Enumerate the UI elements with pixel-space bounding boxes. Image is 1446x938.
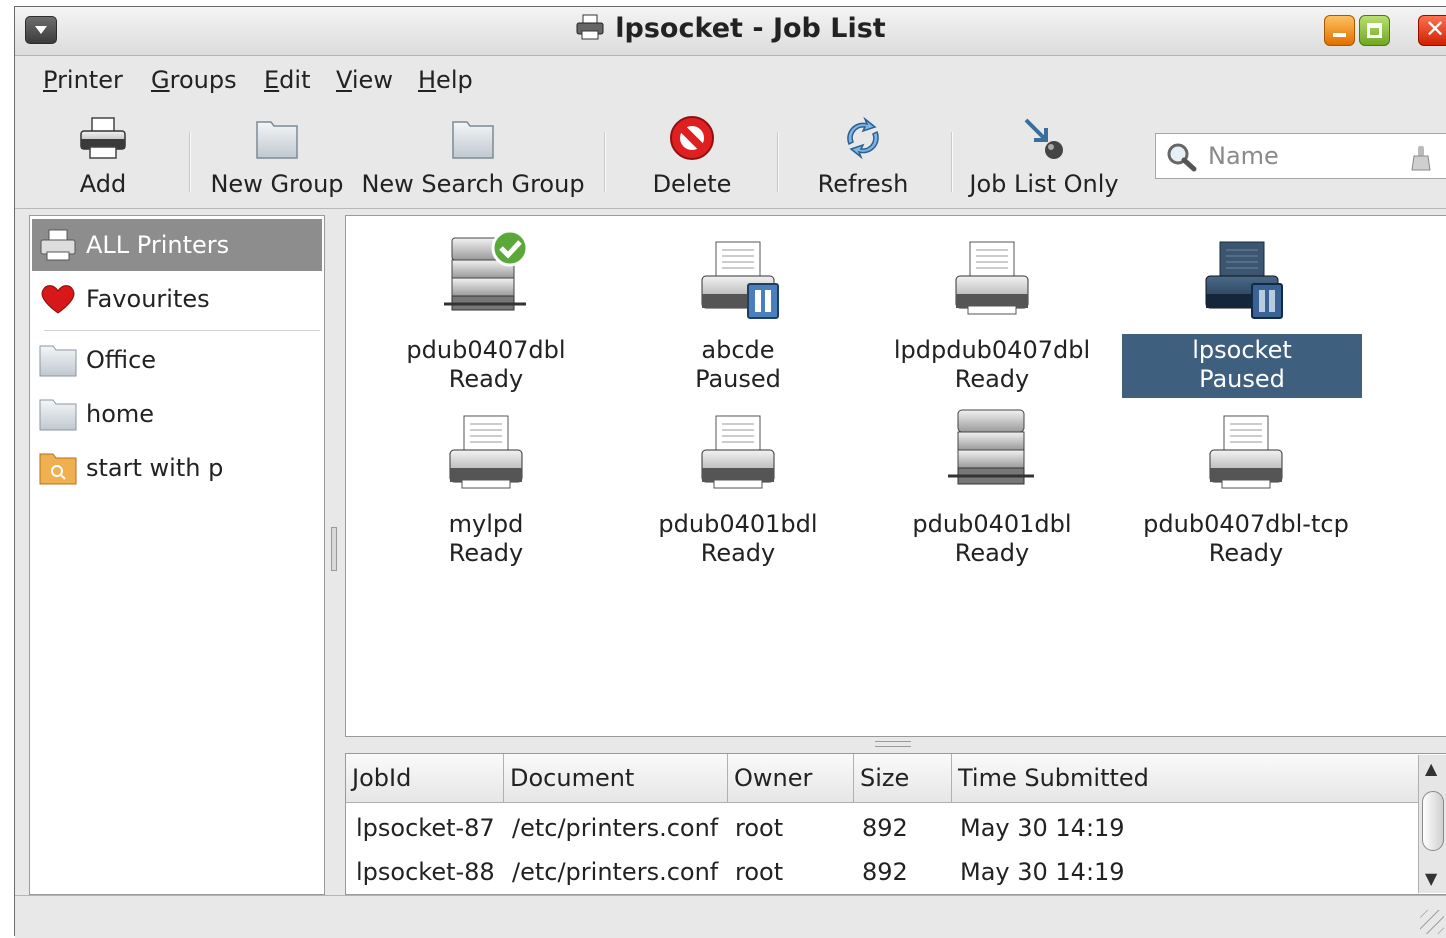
search-input[interactable] xyxy=(1206,140,1400,172)
scrollbar-thumb[interactable] xyxy=(1422,791,1444,851)
folder-icon xyxy=(38,396,78,432)
search-field[interactable] xyxy=(1155,133,1446,179)
printer-icon xyxy=(872,228,1112,324)
groups-sidebar: ALL Printers Favourites Office home star… xyxy=(29,215,325,895)
sidebar-item-favourites[interactable]: Favourites xyxy=(32,273,322,325)
clear-icon[interactable] xyxy=(1410,144,1432,176)
job-list-icon xyxy=(969,114,1119,162)
add-button[interactable]: Add xyxy=(63,114,143,198)
toolbar-separator xyxy=(777,132,779,192)
delete-button[interactable]: Delete xyxy=(647,114,737,198)
printer-icon xyxy=(618,402,858,498)
printer-icon-view: pdub0407dbl Ready abcde Paused lpdpdub0407… xyxy=(345,215,1446,737)
scroll-up-icon[interactable]: ▲ xyxy=(1425,759,1437,778)
column-header-document[interactable]: Document xyxy=(504,754,728,802)
title-bar[interactable]: lpsocket - Job List xyxy=(15,7,1446,56)
menu-help[interactable]: Help xyxy=(418,66,473,94)
vertical-pane-handle[interactable] xyxy=(875,741,911,747)
new-group-button[interactable]: New Group xyxy=(209,114,345,198)
folder-icon xyxy=(38,342,78,378)
folder-icon xyxy=(361,114,585,162)
printer-icon xyxy=(1126,402,1366,498)
table-row[interactable]: lpsocket-88 /etc/printers.conf root 892 … xyxy=(346,850,1446,894)
printer-icon xyxy=(38,228,78,262)
menu-view[interactable]: View xyxy=(336,66,393,94)
window: lpsocket - Job List Printer Groups Edit … xyxy=(14,6,1446,938)
add-printer-icon xyxy=(63,114,143,162)
printer-icon xyxy=(366,402,606,498)
close-button[interactable] xyxy=(1418,15,1446,46)
folder-icon xyxy=(209,114,345,162)
job-list-scrollbar[interactable]: ▲ ▼ xyxy=(1418,755,1446,893)
table-row[interactable]: lpsocket-87 /etc/printers.conf root 892 … xyxy=(346,806,1446,850)
sidebar-item-home[interactable]: home xyxy=(32,388,322,440)
printer-item-abcde[interactable]: abcde Paused xyxy=(618,228,858,398)
sidebar-divider xyxy=(44,330,320,331)
job-list-only-button[interactable]: Job List Only xyxy=(969,114,1119,198)
table-header: JobId Document Owner Size Time Submitted xyxy=(346,754,1446,803)
printer-server-icon xyxy=(872,402,1112,498)
scroll-down-icon[interactable]: ▼ xyxy=(1425,869,1437,888)
printer-paused-icon xyxy=(618,228,858,324)
printer-item-pdub0401bdl[interactable]: pdub0401bdl Ready xyxy=(618,402,858,572)
printer-item-mylpd[interactable]: mylpd Ready xyxy=(366,402,606,572)
menubar: Printer Groups Edit View Help xyxy=(15,56,1446,104)
resize-grip-icon[interactable] xyxy=(1420,910,1444,934)
search-folder-icon xyxy=(38,450,78,486)
delete-icon xyxy=(647,114,737,162)
sidebar-item-start-with-p[interactable]: start with p xyxy=(32,442,322,494)
column-header-size[interactable]: Size xyxy=(854,754,952,802)
printer-paused-icon xyxy=(1122,228,1362,324)
menu-groups[interactable]: Groups xyxy=(151,66,237,94)
column-header-jobid[interactable]: JobId xyxy=(346,754,504,802)
pane-resize-handle[interactable] xyxy=(331,527,337,571)
job-list-table: JobId Document Owner Size Time Submitted… xyxy=(345,753,1446,895)
printer-icon xyxy=(575,14,605,47)
window-title: lpsocket - Job List xyxy=(15,13,1446,47)
toolbar-separator xyxy=(604,132,606,192)
column-header-time-submitted[interactable]: Time Submitted xyxy=(952,754,1418,802)
refresh-icon xyxy=(815,114,911,162)
status-bar xyxy=(15,895,1446,938)
toolbar-separator xyxy=(189,132,191,192)
printer-item-lpsocket[interactable]: lpsocket Paused xyxy=(1122,228,1362,398)
refresh-button[interactable]: Refresh xyxy=(815,114,911,198)
maximize-button[interactable] xyxy=(1359,15,1390,46)
minimize-button[interactable] xyxy=(1324,15,1355,46)
column-header-owner[interactable]: Owner xyxy=(728,754,854,802)
search-icon xyxy=(1166,142,1198,176)
printer-server-default-icon xyxy=(366,228,606,324)
menu-edit[interactable]: Edit xyxy=(264,66,310,94)
printer-item-pdub0407dbl[interactable]: pdub0407dbl Ready xyxy=(366,228,606,398)
printer-item-pdub0401dbl[interactable]: pdub0401dbl Ready xyxy=(872,402,1112,572)
new-search-group-button[interactable]: New Search Group xyxy=(361,114,585,198)
menu-printer[interactable]: Printer xyxy=(43,66,123,94)
heart-icon xyxy=(38,282,78,316)
printer-item-lpdpdub0407dbl[interactable]: lpdpdub0407dbl Ready xyxy=(872,228,1112,398)
sidebar-item-all-printers[interactable]: ALL Printers xyxy=(32,219,322,271)
printer-item-pdub0407dbl-tcp[interactable]: pdub0407dbl-tcp Ready xyxy=(1126,402,1366,572)
toolbar-separator xyxy=(951,132,953,192)
sidebar-item-office[interactable]: Office xyxy=(32,334,322,386)
